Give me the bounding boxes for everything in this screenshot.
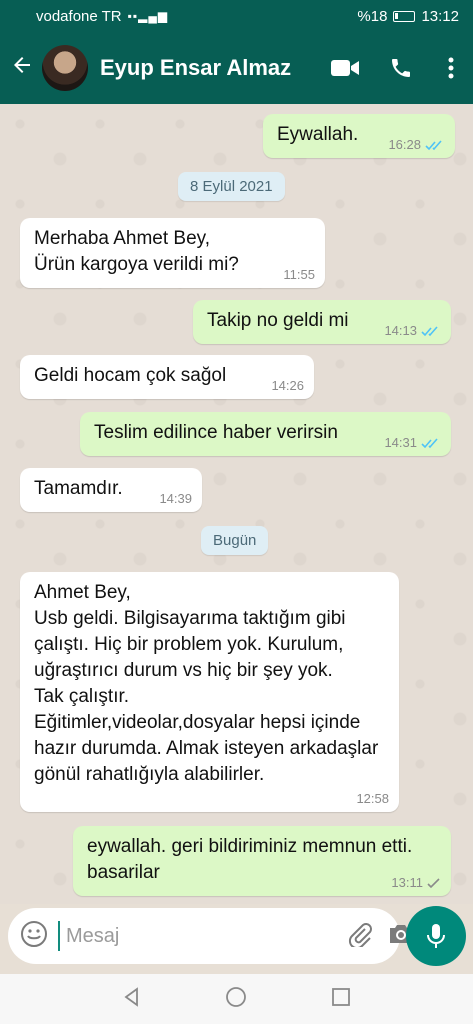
paperclip-icon[interactable] <box>347 921 373 952</box>
message-outgoing[interactable]: eywallah. geri bildiriminiz memnun etti.… <box>73 826 451 896</box>
nav-recents-icon[interactable] <box>331 987 351 1012</box>
message-meta: 14:13 <box>384 324 441 338</box>
message-time: 12:58 <box>356 791 389 806</box>
more-options-icon[interactable] <box>429 57 473 79</box>
message-outgoing[interactable]: Takip no geldi mi 14:13 <box>193 300 451 344</box>
double-check-icon <box>425 139 442 150</box>
emoji-icon[interactable] <box>20 920 48 953</box>
back-arrow-icon[interactable] <box>2 52 42 84</box>
message-time: 14:31 <box>384 435 417 450</box>
message-incoming[interactable]: Merhaba Ahmet Bey, Ürün kargoya verildi … <box>20 218 325 288</box>
message-incoming[interactable]: Tamamdır. 14:39 <box>20 468 202 512</box>
phone-icon[interactable] <box>373 56 429 80</box>
double-check-icon <box>421 325 438 336</box>
message-incoming[interactable]: Geldi hocam çok sağol 14:26 <box>20 355 314 399</box>
message-incoming[interactable]: Ahmet Bey, Usb geldi. Bilgisayarıma takt… <box>20 572 399 812</box>
message-text: Takip no geldi mi <box>207 310 349 331</box>
chat-area[interactable]: Eywallah. 16:28 8 Eylül 2021 Merhaba Ahm… <box>0 104 473 904</box>
message-meta: 11:55 <box>283 268 315 282</box>
message-text: Tamamdır. <box>34 478 123 499</box>
message-meta: 16:28 <box>388 138 445 152</box>
message-time: 14:39 <box>159 491 192 506</box>
message-outgoing[interactable]: Teslim edilince haber verirsin 14:31 <box>80 412 451 456</box>
microphone-button[interactable] <box>406 906 466 966</box>
single-check-icon <box>427 877 440 888</box>
message-time: 16:28 <box>388 137 421 152</box>
clock: 13:12 <box>421 7 459 25</box>
message-time: 13:11 <box>391 875 423 890</box>
signal-icon: ▪︎▪︎▂▄▆ <box>127 9 169 23</box>
video-call-icon[interactable] <box>317 58 373 78</box>
system-nav-bar <box>0 974 473 1024</box>
message-text: Ahmet Bey, Usb geldi. Bilgisayarıma takt… <box>34 582 379 785</box>
message-meta: 13:11 <box>391 876 441 890</box>
double-check-icon <box>421 437 438 448</box>
message-input[interactable] <box>58 921 333 951</box>
chat-header: Eyup Ensar Almaz <box>0 32 473 104</box>
nav-back-icon[interactable] <box>122 986 142 1012</box>
battery-icon <box>393 10 416 22</box>
message-meta: 14:31 <box>384 436 441 450</box>
message-text: Eywallah. <box>277 124 359 145</box>
avatar[interactable] <box>42 45 88 91</box>
message-text: Geldi hocam çok sağol <box>34 365 227 386</box>
nav-home-icon[interactable] <box>225 986 247 1013</box>
message-meta: 12:58 <box>356 792 389 806</box>
contact-name[interactable]: Eyup Ensar Almaz <box>100 55 317 81</box>
message-time: 14:13 <box>384 323 417 338</box>
carrier-name: vodafone TR <box>36 7 122 25</box>
battery-percent: %18 <box>357 7 388 25</box>
message-time: 11:55 <box>283 267 315 282</box>
status-bar: vodafone TR ▪︎▪︎▂▄▆ %18 13:12 <box>0 0 473 32</box>
message-composer <box>8 908 412 964</box>
message-text: Teslim edilince haber verirsin <box>94 422 338 443</box>
message-outgoing[interactable]: Eywallah. 16:28 <box>263 114 455 158</box>
message-meta: 14:26 <box>271 379 304 393</box>
message-time: 14:26 <box>271 378 304 393</box>
microphone-icon <box>427 924 445 948</box>
date-divider: Bugün <box>201 526 269 555</box>
date-divider: 8 Eylül 2021 <box>178 172 285 201</box>
message-text: eywallah. geri bildiriminiz memnun etti.… <box>87 836 413 883</box>
message-meta: 14:39 <box>159 492 192 506</box>
message-text: Merhaba Ahmet Bey, Ürün kargoya verildi … <box>34 228 239 275</box>
